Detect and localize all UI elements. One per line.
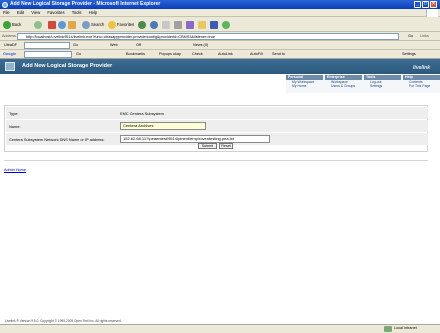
- links-button[interactable]: Links: [420, 32, 429, 41]
- home-button[interactable]: [68, 20, 77, 29]
- autolink-button[interactable]: AutoLink: [218, 50, 233, 59]
- nav-settings[interactable]: Settings: [364, 84, 401, 88]
- zone-label: Local intranet: [394, 326, 417, 330]
- messenger-button[interactable]: [222, 20, 231, 29]
- page-content: Add New Logical Storage Provider livelin…: [0, 59, 440, 324]
- bookmarks-button[interactable]: Bookmarks: [126, 50, 145, 59]
- edit-icon: [186, 20, 194, 29]
- menu-edit[interactable]: Edit: [14, 9, 27, 17]
- address-bar: Address http://localhost/Livelink9514/li…: [0, 32, 440, 41]
- home-icon: [68, 20, 76, 29]
- admin-home-link[interactable]: Admin Home: [4, 168, 26, 172]
- nav-my-home[interactable]: My Home: [286, 84, 323, 88]
- google-settings-button[interactable]: Settings: [402, 50, 416, 59]
- print-button[interactable]: [174, 20, 183, 29]
- copyright-footer: Livelink ® Version 9.5.0, Copyright © 19…: [5, 319, 122, 323]
- google-logo: Google: [3, 52, 17, 56]
- send-to-button[interactable]: Send to: [272, 50, 285, 59]
- history-button[interactable]: [150, 20, 159, 29]
- google-toolbar: Google Go Bookmarks Popups okay Check Au…: [0, 50, 440, 59]
- livelink-logo: livelink: [413, 65, 430, 71]
- close-button[interactable]: ×: [430, 1, 437, 8]
- links-toolbar: UltraDF Go Web Off News (0): [0, 41, 440, 50]
- nav-personal: Personal My Workspace My Home: [286, 75, 323, 93]
- google-go-button[interactable]: Go: [76, 50, 81, 59]
- menu-view[interactable]: View: [28, 9, 43, 17]
- menu-help[interactable]: Help: [86, 9, 101, 17]
- check-button[interactable]: Check: [192, 50, 203, 59]
- page-banner: Add New Logical Storage Provider livelin…: [0, 59, 440, 74]
- favorites-star-icon: [108, 20, 116, 29]
- history-icon: [150, 20, 158, 29]
- nav-users-groups[interactable]: Users & Groups: [325, 84, 362, 88]
- maximize-button[interactable]: □: [422, 1, 429, 8]
- window-titlebar: Add New Logical Storage Provider - Micro…: [0, 0, 440, 9]
- favorites-button[interactable]: Favorites: [108, 20, 134, 29]
- news-button[interactable]: News (0): [193, 41, 208, 50]
- nav-for-this-page[interactable]: For This Page: [403, 84, 440, 88]
- standard-toolbar: Back Search Favorites: [0, 17, 440, 32]
- menu-tools[interactable]: Tools: [69, 9, 85, 17]
- window-title: Add New Logical Storage Provider - Micro…: [10, 1, 161, 7]
- form-row-type: Type: EMC Centera Subsystem: [6, 107, 428, 119]
- back-button[interactable]: Back: [3, 20, 21, 29]
- submit-button[interactable]: Submit: [198, 143, 217, 149]
- search-icon: [82, 20, 90, 29]
- name-label: Name:: [9, 124, 21, 129]
- status-bar: Local intranet: [0, 324, 440, 333]
- mail-button[interactable]: [162, 20, 171, 29]
- nav-enterprise: Enterprise Workspace Users & Groups: [325, 75, 362, 93]
- ultradf-button[interactable]: UltraDF: [4, 41, 17, 50]
- media-button[interactable]: [138, 20, 147, 29]
- search-button[interactable]: Search: [82, 20, 104, 29]
- google-search-input[interactable]: [24, 51, 72, 58]
- nav-help: Help Contents For This Page: [403, 75, 440, 93]
- menu-file[interactable]: File: [0, 9, 13, 17]
- address-label: Address: [2, 34, 16, 38]
- edit-button[interactable]: [186, 20, 195, 29]
- ultradf-go-button[interactable]: Go: [73, 41, 78, 50]
- reset-button[interactable]: Reset: [219, 143, 233, 149]
- folder-icon: [198, 20, 206, 29]
- type-label: Type:: [9, 111, 19, 116]
- forward-button[interactable]: [34, 20, 43, 29]
- local-intranet-icon: [384, 326, 392, 332]
- autofill-button[interactable]: AutoFill: [250, 50, 263, 59]
- ultradf-search-input[interactable]: [24, 42, 70, 49]
- type-value: EMC Centera Subsystem: [120, 111, 164, 116]
- stop-button[interactable]: [48, 20, 57, 29]
- nav-tools: Tools Log-out Settings: [364, 75, 401, 93]
- name-input[interactable]: Centera Archives: [120, 122, 206, 130]
- network-address-input[interactable]: 152.62.68.11?\peaentest\9514\pinent\emp\…: [120, 135, 270, 143]
- form-row-network: Centera Subsystem Network DNS Name or IP…: [6, 133, 428, 145]
- print-icon: [174, 20, 182, 29]
- forward-arrow-icon: [34, 20, 42, 29]
- refresh-button[interactable]: [58, 20, 67, 29]
- menu-bar: File Edit View Favorites Tools Help: [0, 9, 440, 17]
- stop-icon: [48, 20, 56, 29]
- windows-logo-icon: [426, 9, 438, 17]
- media-icon: [138, 20, 146, 29]
- messenger-icon: [222, 20, 230, 29]
- back-arrow-icon: [3, 20, 11, 29]
- mail-icon: [162, 20, 170, 29]
- network-label: Centera Subsystem Network DNS Name or IP…: [9, 137, 105, 142]
- folder-button[interactable]: [198, 20, 207, 29]
- off-button[interactable]: Off: [136, 41, 141, 50]
- ie-logo-icon: [2, 1, 8, 8]
- popup-blocker-button[interactable]: Popups okay: [159, 50, 181, 59]
- page-title: Add New Logical Storage Provider: [22, 63, 113, 69]
- refresh-icon: [58, 20, 66, 29]
- address-input[interactable]: http://localhost/Livelink9514/livelink.e…: [17, 33, 399, 40]
- word-icon: [210, 20, 218, 29]
- web-button[interactable]: Web: [110, 41, 118, 50]
- go-button[interactable]: Go: [408, 32, 413, 41]
- divider: [4, 160, 428, 161]
- minimize-button[interactable]: _: [414, 1, 421, 8]
- word-button[interactable]: [210, 20, 219, 29]
- menu-favorites[interactable]: Favorites: [44, 9, 67, 17]
- form-row-name: Name: Centera Archives: [6, 120, 428, 132]
- provider-icon: [5, 62, 15, 71]
- global-nav: Personal My Workspace My Home Enterprise…: [286, 75, 440, 93]
